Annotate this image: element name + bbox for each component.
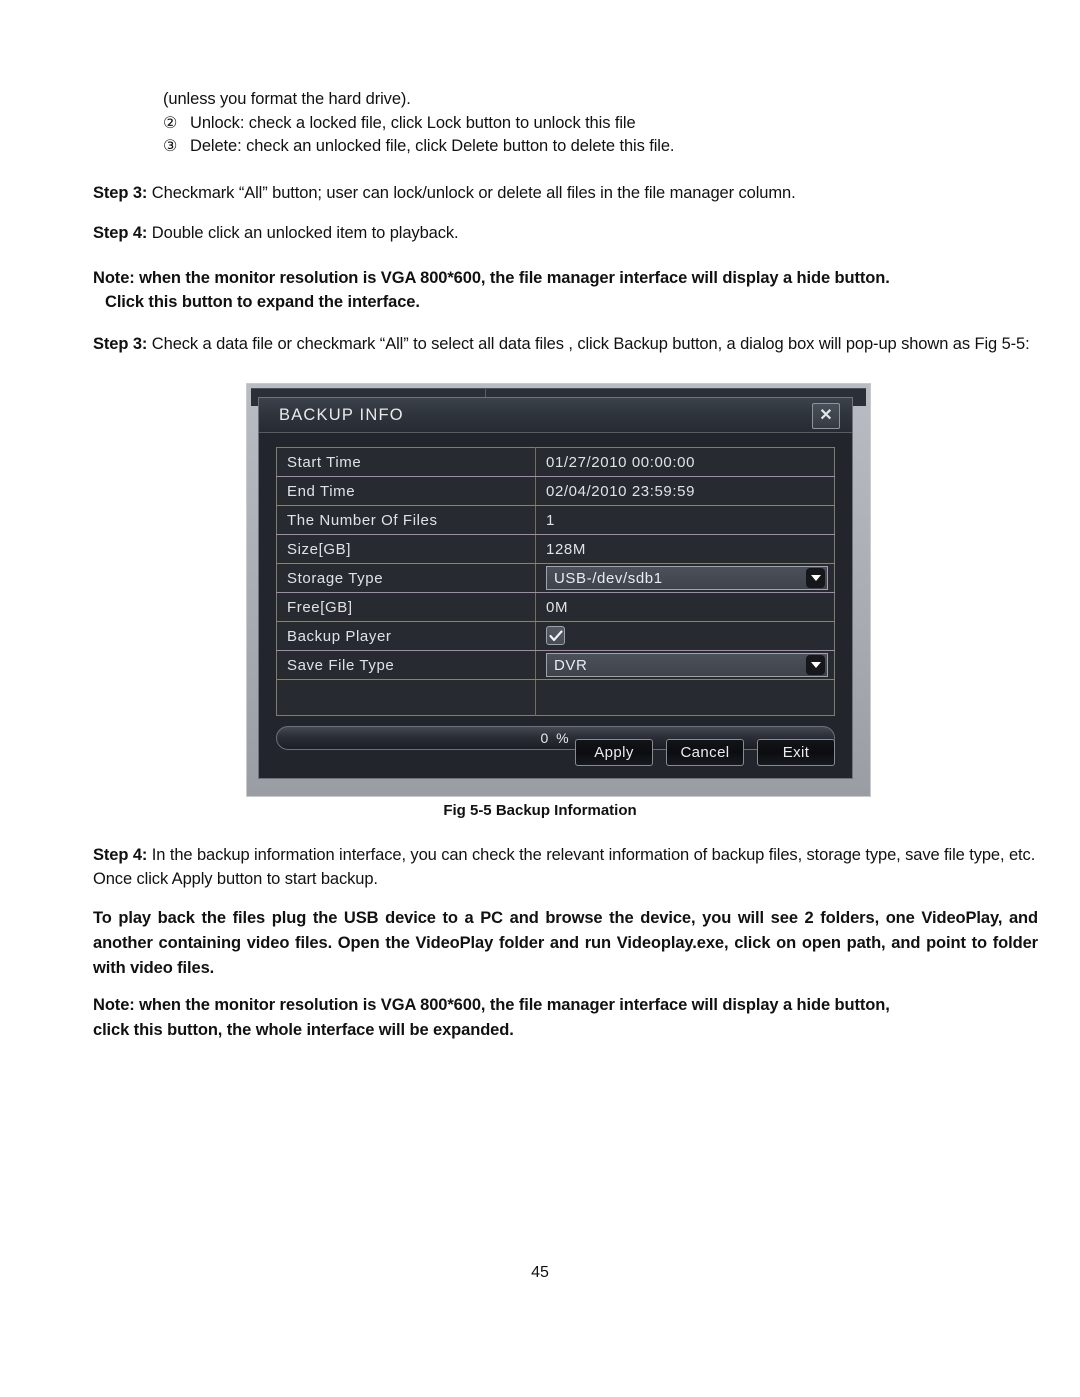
- backup-info-table: Start Time 01/27/2010 00:00:00 End Time …: [276, 447, 835, 716]
- row-value-size: 128M: [535, 534, 835, 564]
- chevron-down-icon[interactable]: [806, 655, 825, 675]
- note-2-line-1: Note: when the monitor resolution is VGA…: [93, 996, 890, 1014]
- table-row: Free[GB] 0M: [276, 592, 835, 622]
- row-label-size: Size[GB]: [276, 534, 536, 564]
- save-file-type-select[interactable]: DVR: [546, 653, 828, 677]
- list-item: ③ Delete: check an unlocked file, click …: [163, 135, 1043, 159]
- step-4-text: Double click an unlocked item to playbac…: [147, 224, 459, 242]
- step-3b-text: Check a data file or checkmark “All” to …: [147, 335, 1030, 353]
- dialog-button-row: Apply Cancel Exit: [575, 739, 835, 766]
- intro-paragraph: (unless you format the hard drive). ② Un…: [163, 88, 1043, 159]
- row-label-empty: [276, 679, 536, 716]
- row-label-start-time: Start Time: [276, 447, 536, 477]
- dialog-title: BACKUP INFO: [279, 406, 404, 424]
- storage-type-selected-value: USB-/dev/sdb1: [554, 569, 663, 587]
- page-number: 45: [531, 1264, 549, 1281]
- step-3-second-paragraph: Step 3: Check a data file or checkmark “…: [93, 333, 1038, 357]
- chevron-down-icon[interactable]: [806, 568, 825, 588]
- note-paragraph-1: Note: when the monitor resolution is VGA…: [93, 267, 1038, 314]
- apply-button[interactable]: Apply: [575, 739, 653, 766]
- table-row: Start Time 01/27/2010 00:00:00: [276, 447, 835, 477]
- row-value-free: 0M: [535, 592, 835, 622]
- table-row: [276, 679, 835, 716]
- table-row: Backup Player: [276, 621, 835, 651]
- figure-backup-info: BACKUP INFO ✕ Start Time 01/27/2010 00:0…: [246, 383, 871, 797]
- list-item: ② Unlock: check a locked file, click Loc…: [163, 112, 1043, 136]
- row-label-end-time: End Time: [276, 476, 536, 506]
- row-value-save-file-type: DVR: [535, 650, 835, 680]
- table-row: Storage Type USB-/dev/sdb1: [276, 563, 835, 593]
- step-4-second-paragraph: Step 4: In the backup information interf…: [93, 844, 1038, 891]
- row-label-save-file-type: Save File Type: [276, 650, 536, 680]
- bullet-text-2: Unlock: check a locked file, click Lock …: [190, 113, 636, 132]
- row-label-free: Free[GB]: [276, 592, 536, 622]
- bullet-text-3: Delete: check an unlocked file, click De…: [190, 137, 675, 155]
- step-4-first-paragraph: Step 4: Double click an unlocked item to…: [93, 222, 1033, 246]
- exit-button[interactable]: Exit: [757, 739, 835, 766]
- row-value-end-time: 02/04/2010 23:59:59: [535, 476, 835, 506]
- note-2-line-2: click this button, the whole interface w…: [93, 1021, 514, 1039]
- playback-instructions-paragraph: To play back the files plug the USB devi…: [93, 909, 1038, 977]
- manual-page: (unless you format the hard drive). ② Un…: [0, 0, 1080, 1397]
- bullet-number-3: ③: [163, 138, 178, 155]
- table-row: Size[GB] 128M: [276, 534, 835, 564]
- row-value-storage-type: USB-/dev/sdb1: [535, 563, 835, 593]
- step-4b-label: Step 4:: [93, 846, 148, 864]
- row-value-backup-player: [535, 621, 835, 651]
- progress-percent-label: 0 %: [540, 730, 571, 746]
- save-file-type-selected-value: DVR: [554, 656, 588, 674]
- close-icon[interactable]: ✕: [812, 403, 840, 429]
- note-1-line-2: Click this button to expand the interfac…: [105, 292, 420, 311]
- dialog-titlebar: BACKUP INFO ✕: [259, 398, 852, 433]
- dialog-body: Start Time 01/27/2010 00:00:00 End Time …: [259, 433, 852, 778]
- row-label-storage-type: Storage Type: [276, 563, 536, 593]
- table-row: The Number Of Files 1: [276, 505, 835, 535]
- step-3b-label: Step 3:: [93, 335, 148, 353]
- table-row: Save File Type DVR: [276, 650, 835, 680]
- backup-player-checkbox[interactable]: [546, 626, 565, 646]
- row-label-number-of-files: The Number Of Files: [276, 505, 536, 535]
- note-paragraph-2: Note: when the monitor resolution is VGA…: [93, 993, 1038, 1043]
- row-value-empty: [536, 680, 835, 716]
- row-label-backup-player: Backup Player: [276, 621, 536, 651]
- step-3-label: Step 3:: [93, 184, 148, 202]
- step-4b-text: In the backup information interface, you…: [93, 846, 1036, 888]
- cancel-button[interactable]: Cancel: [666, 739, 744, 766]
- row-value-number-of-files: 1: [535, 505, 835, 535]
- row-value-start-time: 01/27/2010 00:00:00: [535, 447, 835, 477]
- bullet-number-2: ②: [163, 114, 178, 132]
- step-4-label: Step 4:: [93, 224, 148, 242]
- step-3-text: Checkmark “All” button; user can lock/un…: [147, 184, 796, 202]
- note-1-line-1: Note: when the monitor resolution is VGA…: [93, 269, 890, 287]
- step-3-first-paragraph: Step 3: Checkmark “All” button; user can…: [93, 182, 1033, 206]
- backup-info-dialog: BACKUP INFO ✕ Start Time 01/27/2010 00:0…: [258, 397, 853, 779]
- figure-caption: Fig 5-5 Backup Information: [443, 802, 637, 819]
- table-row: End Time 02/04/2010 23:59:59: [276, 476, 835, 506]
- storage-type-select[interactable]: USB-/dev/sdb1: [546, 566, 828, 590]
- intro-line: (unless you format the hard drive).: [163, 90, 411, 108]
